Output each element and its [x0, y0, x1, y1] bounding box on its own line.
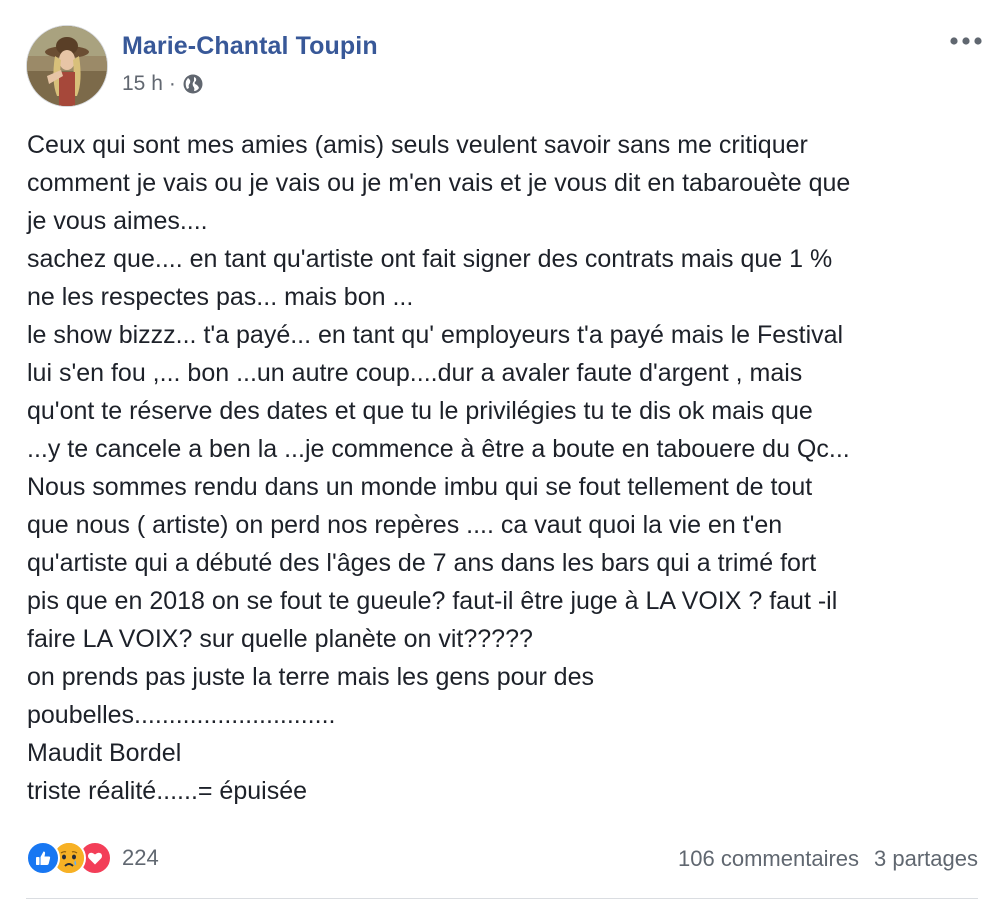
avatar[interactable] [26, 25, 108, 107]
post-line: ne les respectes pas... mais bon ... [27, 283, 414, 311]
shares-count-link[interactable]: 3 partages [874, 846, 978, 872]
author-name[interactable]: Marie-Chantal Toupin [122, 32, 378, 61]
post-line: Ceux qui sont mes amies (amis) seuls veu… [27, 131, 808, 159]
post-line: pis que en 2018 on se fout te gueule? fa… [27, 587, 838, 615]
post-line: que nous ( artiste) on perd nos repères … [27, 511, 783, 539]
post-line: poubelles............................. [27, 701, 336, 729]
post-line: faire LA VOIX? sur quelle planète on vit… [27, 625, 533, 653]
facebook-post: Marie-Chantal Toupin 15 h · Ceux qui son… [0, 0, 1000, 902]
reaction-count: 224 [122, 845, 159, 870]
like-icon [26, 841, 60, 875]
more-options-icon[interactable] [946, 26, 986, 56]
post-line: sachez que.... en tant qu'artiste ont fa… [27, 245, 833, 273]
post-line: qu'artiste qui a débuté des l'âges de 7 … [27, 549, 817, 577]
post-line: comment je vais ou je vais ou je m'en va… [27, 169, 851, 197]
post-timestamp[interactable]: 15 h [122, 72, 163, 96]
engagement-stats: 106 commentaires 3 partages [678, 846, 978, 872]
profile-photo [27, 26, 107, 106]
post-line: ...y te cancele a ben la ...je commence … [27, 435, 850, 463]
divider [26, 898, 978, 899]
post-line: triste réalité......= épuisée [27, 777, 308, 805]
comments-count-link[interactable]: 106 commentaires [678, 846, 859, 872]
post-line: le show bizzz... t'a payé... en tant qu'… [27, 321, 844, 349]
post-line: Maudit Bordel [27, 739, 182, 767]
post-line: Nous sommes rendu dans un monde imbu qui… [27, 473, 813, 501]
post-body: Ceux qui sont mes amies (amis) seuls veu… [27, 126, 987, 810]
globe-icon[interactable] [182, 73, 204, 95]
post-meta: 15 h · [122, 72, 204, 96]
post-line: je vous aimes.... [27, 207, 208, 235]
reactions-summary[interactable]: 224 [26, 841, 159, 875]
meta-separator: · [168, 72, 176, 95]
post-line: qu'ont te réserve des dates et que tu le… [27, 397, 813, 425]
post-line: lui s'en fou ,... bon ...un autre coup..… [27, 359, 803, 387]
post-line: on prends pas juste la terre mais les ge… [27, 663, 594, 691]
